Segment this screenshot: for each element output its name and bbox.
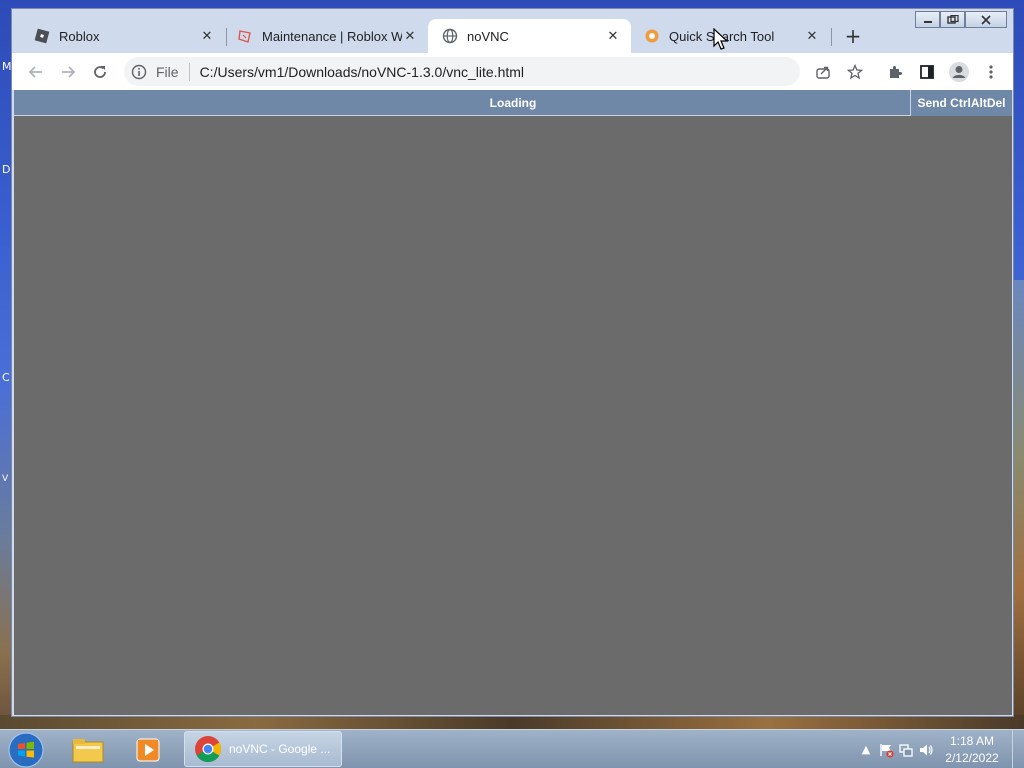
browser-window: Roblox ✕ Maintenance | Roblox Wiki ✕ noV… xyxy=(11,8,1014,717)
arrow-left-icon xyxy=(28,65,42,78)
novnc-page: Loading Send CtrlAltDel xyxy=(14,90,1012,715)
reload-button[interactable] xyxy=(84,58,116,86)
toolbar-right-actions xyxy=(807,58,1007,86)
arrow-right-icon xyxy=(62,65,76,78)
side-panel-button[interactable] xyxy=(911,58,943,86)
start-button[interactable] xyxy=(6,731,46,768)
tab-label: noVNC xyxy=(467,28,509,44)
browser-toolbar: File C:/Users/vm1/Downloads/noVNC-1.3.0/… xyxy=(12,53,1013,90)
clock-date: 2/12/2022 xyxy=(945,750,999,765)
profile-button[interactable] xyxy=(943,58,975,86)
info-icon[interactable] xyxy=(130,63,148,81)
reload-icon xyxy=(94,65,106,78)
puzzle-icon xyxy=(890,65,902,78)
extensions-button[interactable] xyxy=(879,58,911,86)
tab-close-icon[interactable]: ✕ xyxy=(605,28,621,44)
side-panel-icon xyxy=(920,64,934,79)
menu-button[interactable] xyxy=(975,58,1007,86)
media-player-icon xyxy=(136,738,160,761)
omnibox-divider xyxy=(188,62,190,81)
tab-novnc[interactable]: noVNC ✕ xyxy=(428,19,631,53)
taskbar: noVNC - Google ... ▲ 1:18 AM 2/12/2022 xyxy=(0,729,1024,768)
clock-time: 1:18 AM xyxy=(949,733,995,748)
connection-status: Loading xyxy=(489,95,537,110)
file-explorer-taskbar-icon[interactable] xyxy=(66,733,110,766)
tab-label: Quick Search Tool xyxy=(669,28,775,44)
chrome-taskbar-button[interactable]: noVNC - Google ... xyxy=(184,731,342,767)
tab-close-icon[interactable]: ✕ xyxy=(199,28,215,44)
tab-divider xyxy=(831,28,832,46)
tab-roblox[interactable]: Roblox ✕ xyxy=(20,19,225,53)
desktop-wallpaper-strip xyxy=(0,715,1024,729)
avatar-icon xyxy=(949,61,969,82)
network-icon[interactable] xyxy=(896,740,916,760)
show-desktop-button[interactable] xyxy=(1012,730,1024,768)
tab-roblox-wiki[interactable]: Maintenance | Roblox Wiki ✕ xyxy=(223,19,428,53)
system-clock[interactable]: 1:18 AM 2/12/2022 xyxy=(936,733,1008,767)
new-tab-button[interactable]: + xyxy=(842,26,864,48)
forward-button[interactable] xyxy=(52,58,84,86)
tab-label: Maintenance | Roblox Wiki xyxy=(262,28,402,44)
vnc-screen-canvas[interactable] xyxy=(14,116,1012,715)
volume-icon[interactable] xyxy=(916,740,936,760)
media-player-taskbar-icon[interactable] xyxy=(126,733,170,766)
novnc-status-bar: Loading Send CtrlAltDel xyxy=(14,90,1012,116)
windows-start-icon xyxy=(8,731,44,768)
share-icon xyxy=(816,66,830,79)
url-scheme-label: File xyxy=(156,63,179,80)
roblox-icon xyxy=(34,28,50,44)
star-icon xyxy=(847,63,863,79)
kebab-menu-icon xyxy=(989,64,993,79)
send-ctrl-alt-del-button[interactable]: Send CtrlAltDel xyxy=(910,90,1012,116)
desktop-edge-letter: V xyxy=(2,474,9,484)
taskbar-item-label: noVNC - Google ... xyxy=(229,742,331,756)
mouse-cursor-icon xyxy=(713,28,729,50)
tab-quick-search-tool[interactable]: Quick Search Tool ✕ xyxy=(630,19,830,53)
address-bar[interactable]: File C:/Users/vm1/Downloads/noVNC-1.3.0/… xyxy=(124,57,800,86)
desktop-edge-letter: D xyxy=(2,163,11,176)
tab-strip: Roblox ✕ Maintenance | Roblox Wiki ✕ noV… xyxy=(12,19,1013,53)
globe-icon xyxy=(442,28,458,44)
search-tool-icon xyxy=(644,28,660,44)
folder-icon xyxy=(72,738,104,762)
share-button[interactable] xyxy=(807,58,839,86)
system-tray: ▲ 1:18 AM 2/12/2022 xyxy=(856,730,1024,768)
action-center-flag-icon[interactable] xyxy=(876,740,896,760)
bookmark-button[interactable] xyxy=(839,58,871,86)
wiki-icon xyxy=(237,28,253,44)
back-button[interactable] xyxy=(20,58,52,86)
tab-label: Roblox xyxy=(59,28,100,44)
show-hidden-icons-button[interactable]: ▲ xyxy=(856,740,876,760)
tab-close-icon[interactable]: ✕ xyxy=(804,28,820,44)
chrome-icon xyxy=(195,736,222,763)
desktop-edge-letter: C xyxy=(2,371,10,384)
url-text[interactable]: C:/Users/vm1/Downloads/noVNC-1.3.0/vnc_l… xyxy=(200,64,524,80)
tab-close-icon[interactable]: ✕ xyxy=(402,28,418,44)
